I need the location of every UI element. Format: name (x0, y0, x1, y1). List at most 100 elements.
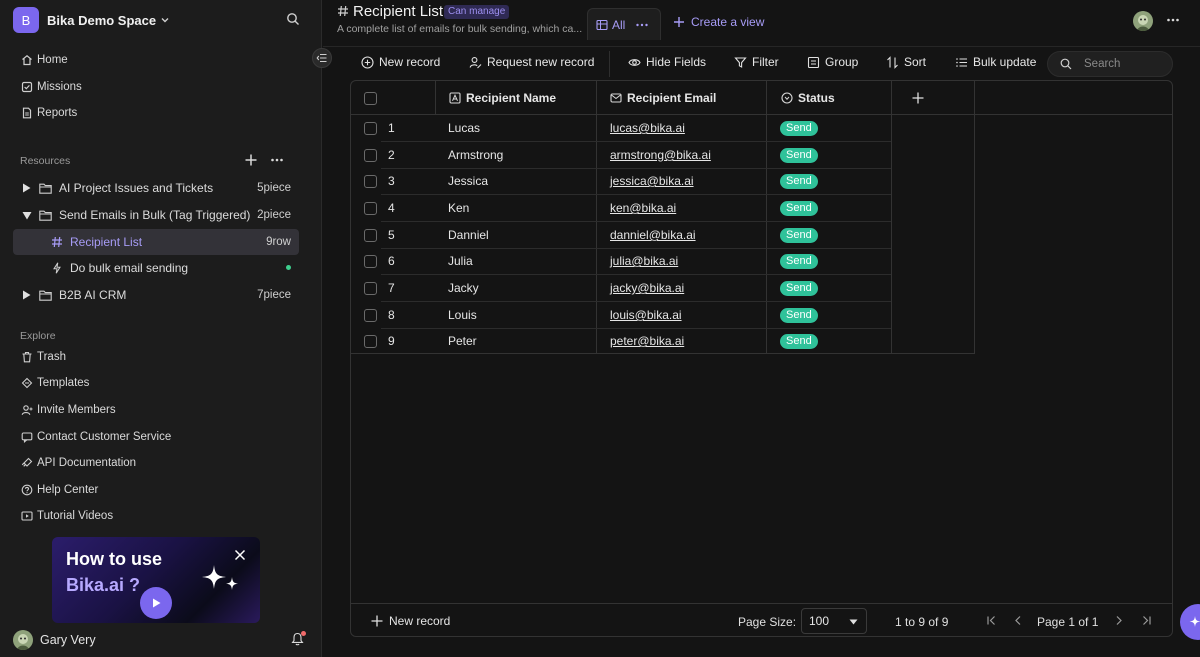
create-view-button[interactable]: Create a view (673, 15, 764, 29)
cell-status[interactable]: Send (780, 248, 818, 274)
nav-contact-service[interactable]: Contact Customer Service (20, 426, 171, 448)
nav-templates[interactable]: Templates (20, 372, 89, 394)
triangle-down-icon[interactable] (22, 211, 32, 220)
collapse-sidebar-button[interactable] (312, 48, 332, 68)
tree-item-ai-project[interactable]: AI Project Issues and Tickets 5piece (13, 175, 299, 201)
cell-status[interactable]: Send (780, 275, 818, 301)
nav-invite[interactable]: Invite Members (20, 399, 116, 421)
search-box[interactable] (1047, 51, 1173, 77)
more-icon[interactable] (1166, 14, 1180, 26)
cell-name[interactable]: Louis (448, 302, 477, 328)
bulk-update-button[interactable]: Bulk update (955, 55, 1036, 69)
cell-name[interactable]: Jacky (448, 275, 479, 301)
triangle-right-icon[interactable] (22, 290, 32, 300)
table-row[interactable]: 6 Julia julia@bika.ai Send (351, 248, 974, 275)
tree-item-b2b-crm[interactable]: B2B AI CRM 7piece (13, 282, 299, 308)
add-column-button[interactable] (912, 81, 924, 115)
cell-status[interactable]: Send (780, 302, 818, 328)
nav-help-center[interactable]: Help Center (20, 479, 98, 501)
nav-contact-label: Contact Customer Service (37, 431, 172, 443)
row-checkbox[interactable] (364, 115, 377, 141)
hide-fields-button[interactable]: Hide Fields (628, 55, 706, 69)
cell-name[interactable]: Danniel (448, 222, 489, 248)
cell-name[interactable]: Ken (448, 195, 469, 221)
cell-email[interactable]: jacky@bika.ai (610, 275, 684, 301)
cell-email[interactable]: danniel@bika.ai (610, 222, 696, 248)
cell-email[interactable]: armstrong@bika.ai (610, 142, 711, 168)
page-size-select[interactable]: 100 (801, 608, 867, 634)
explore-title: Explore (20, 330, 56, 342)
space-switcher[interactable]: B Bika Demo Space (13, 7, 170, 33)
table-row[interactable]: 3 Jessica jessica@bika.ai Send (351, 168, 974, 195)
cell-email[interactable]: lucas@bika.ai (610, 115, 685, 141)
nav-trash[interactable]: Trash (20, 346, 66, 368)
tree-item-send-emails[interactable]: Send Emails in Bulk (Tag Triggered) 2pie… (13, 202, 299, 228)
table-row[interactable]: 1 Lucas lucas@bika.ai Send (351, 115, 974, 142)
table-row[interactable]: 9 Peter peter@bika.ai Send (351, 328, 974, 355)
triangle-right-icon[interactable] (22, 183, 32, 193)
search-input[interactable] (1084, 58, 1164, 70)
row-checkbox[interactable] (364, 168, 377, 194)
cell-status[interactable]: Send (780, 142, 818, 168)
plus-icon[interactable] (244, 153, 258, 167)
last-page-icon[interactable] (1141, 615, 1152, 626)
nav-missions[interactable]: Missions (20, 76, 82, 98)
more-icon[interactable] (270, 153, 284, 167)
sort-button[interactable]: Sort (886, 55, 926, 69)
next-page-icon[interactable] (1113, 615, 1124, 626)
table-row[interactable]: 8 Louis louis@bika.ai Send (351, 302, 974, 329)
search-icon[interactable] (286, 12, 300, 26)
column-header-name[interactable]: Recipient Name (449, 81, 556, 115)
request-record-button[interactable]: Request new record (469, 55, 594, 69)
prev-page-icon[interactable] (1013, 615, 1024, 626)
cell-email[interactable]: jessica@bika.ai (610, 168, 694, 194)
nav-reports[interactable]: Reports (20, 102, 77, 124)
cell-status[interactable]: Send (780, 115, 818, 141)
first-page-icon[interactable] (986, 615, 997, 626)
table-row[interactable]: 7 Jacky jacky@bika.ai Send (351, 275, 974, 302)
footer-new-record-button[interactable]: New record (371, 614, 450, 628)
nav-tutorial-videos[interactable]: Tutorial Videos (20, 505, 113, 527)
row-checkbox[interactable] (364, 302, 377, 328)
cell-status[interactable]: Send (780, 328, 818, 354)
table-row[interactable]: 5 Danniel danniel@bika.ai Send (351, 222, 974, 249)
row-checkbox[interactable] (364, 248, 377, 274)
play-button[interactable] (140, 587, 172, 619)
tab-view-all[interactable]: All (587, 8, 661, 40)
column-header-status[interactable]: Status (781, 81, 835, 115)
group-button[interactable]: Group (807, 55, 858, 69)
cell-email[interactable]: peter@bika.ai (610, 328, 684, 354)
cell-name[interactable]: Armstrong (448, 142, 503, 168)
row-checkbox[interactable] (364, 195, 377, 221)
avatar[interactable] (1133, 11, 1153, 31)
cell-status[interactable]: Send (780, 222, 818, 248)
nav-home[interactable]: Home (20, 49, 68, 71)
cell-name[interactable]: Lucas (448, 115, 480, 141)
filter-button[interactable]: Filter (734, 55, 779, 69)
cell-name[interactable]: Jessica (448, 168, 488, 194)
table-row[interactable]: 4 Ken ken@bika.ai Send (351, 195, 974, 222)
resources-title: Resources (20, 155, 71, 167)
cell-email[interactable]: julia@bika.ai (610, 248, 678, 274)
promo-video-card[interactable]: How to use Bika.ai ? (52, 537, 260, 623)
cell-email[interactable]: louis@bika.ai (610, 302, 682, 328)
close-icon[interactable] (234, 549, 246, 561)
row-checkbox[interactable] (364, 222, 377, 248)
cell-status[interactable]: Send (780, 168, 818, 194)
tree-item-bulk-email[interactable]: Do bulk email sending (13, 255, 299, 281)
new-record-button[interactable]: New record (361, 55, 440, 69)
nav-api-docs[interactable]: API Documentation (20, 452, 136, 474)
cell-status[interactable]: Send (780, 195, 818, 221)
row-checkbox[interactable] (364, 275, 377, 301)
more-icon[interactable] (635, 19, 649, 31)
table-row[interactable]: 2 Armstrong armstrong@bika.ai Send (351, 142, 974, 169)
row-checkbox[interactable] (364, 328, 377, 354)
tree-item-recipient-list[interactable]: Recipient List 9row (13, 229, 299, 255)
row-checkbox[interactable] (364, 142, 377, 168)
column-header-email[interactable]: Recipient Email (610, 81, 716, 115)
cell-email[interactable]: ken@bika.ai (610, 195, 676, 221)
cell-name[interactable]: Peter (448, 328, 477, 354)
user-profile[interactable]: Gary Very (13, 630, 96, 650)
select-all-checkbox[interactable] (364, 81, 377, 115)
cell-name[interactable]: Julia (448, 248, 473, 274)
